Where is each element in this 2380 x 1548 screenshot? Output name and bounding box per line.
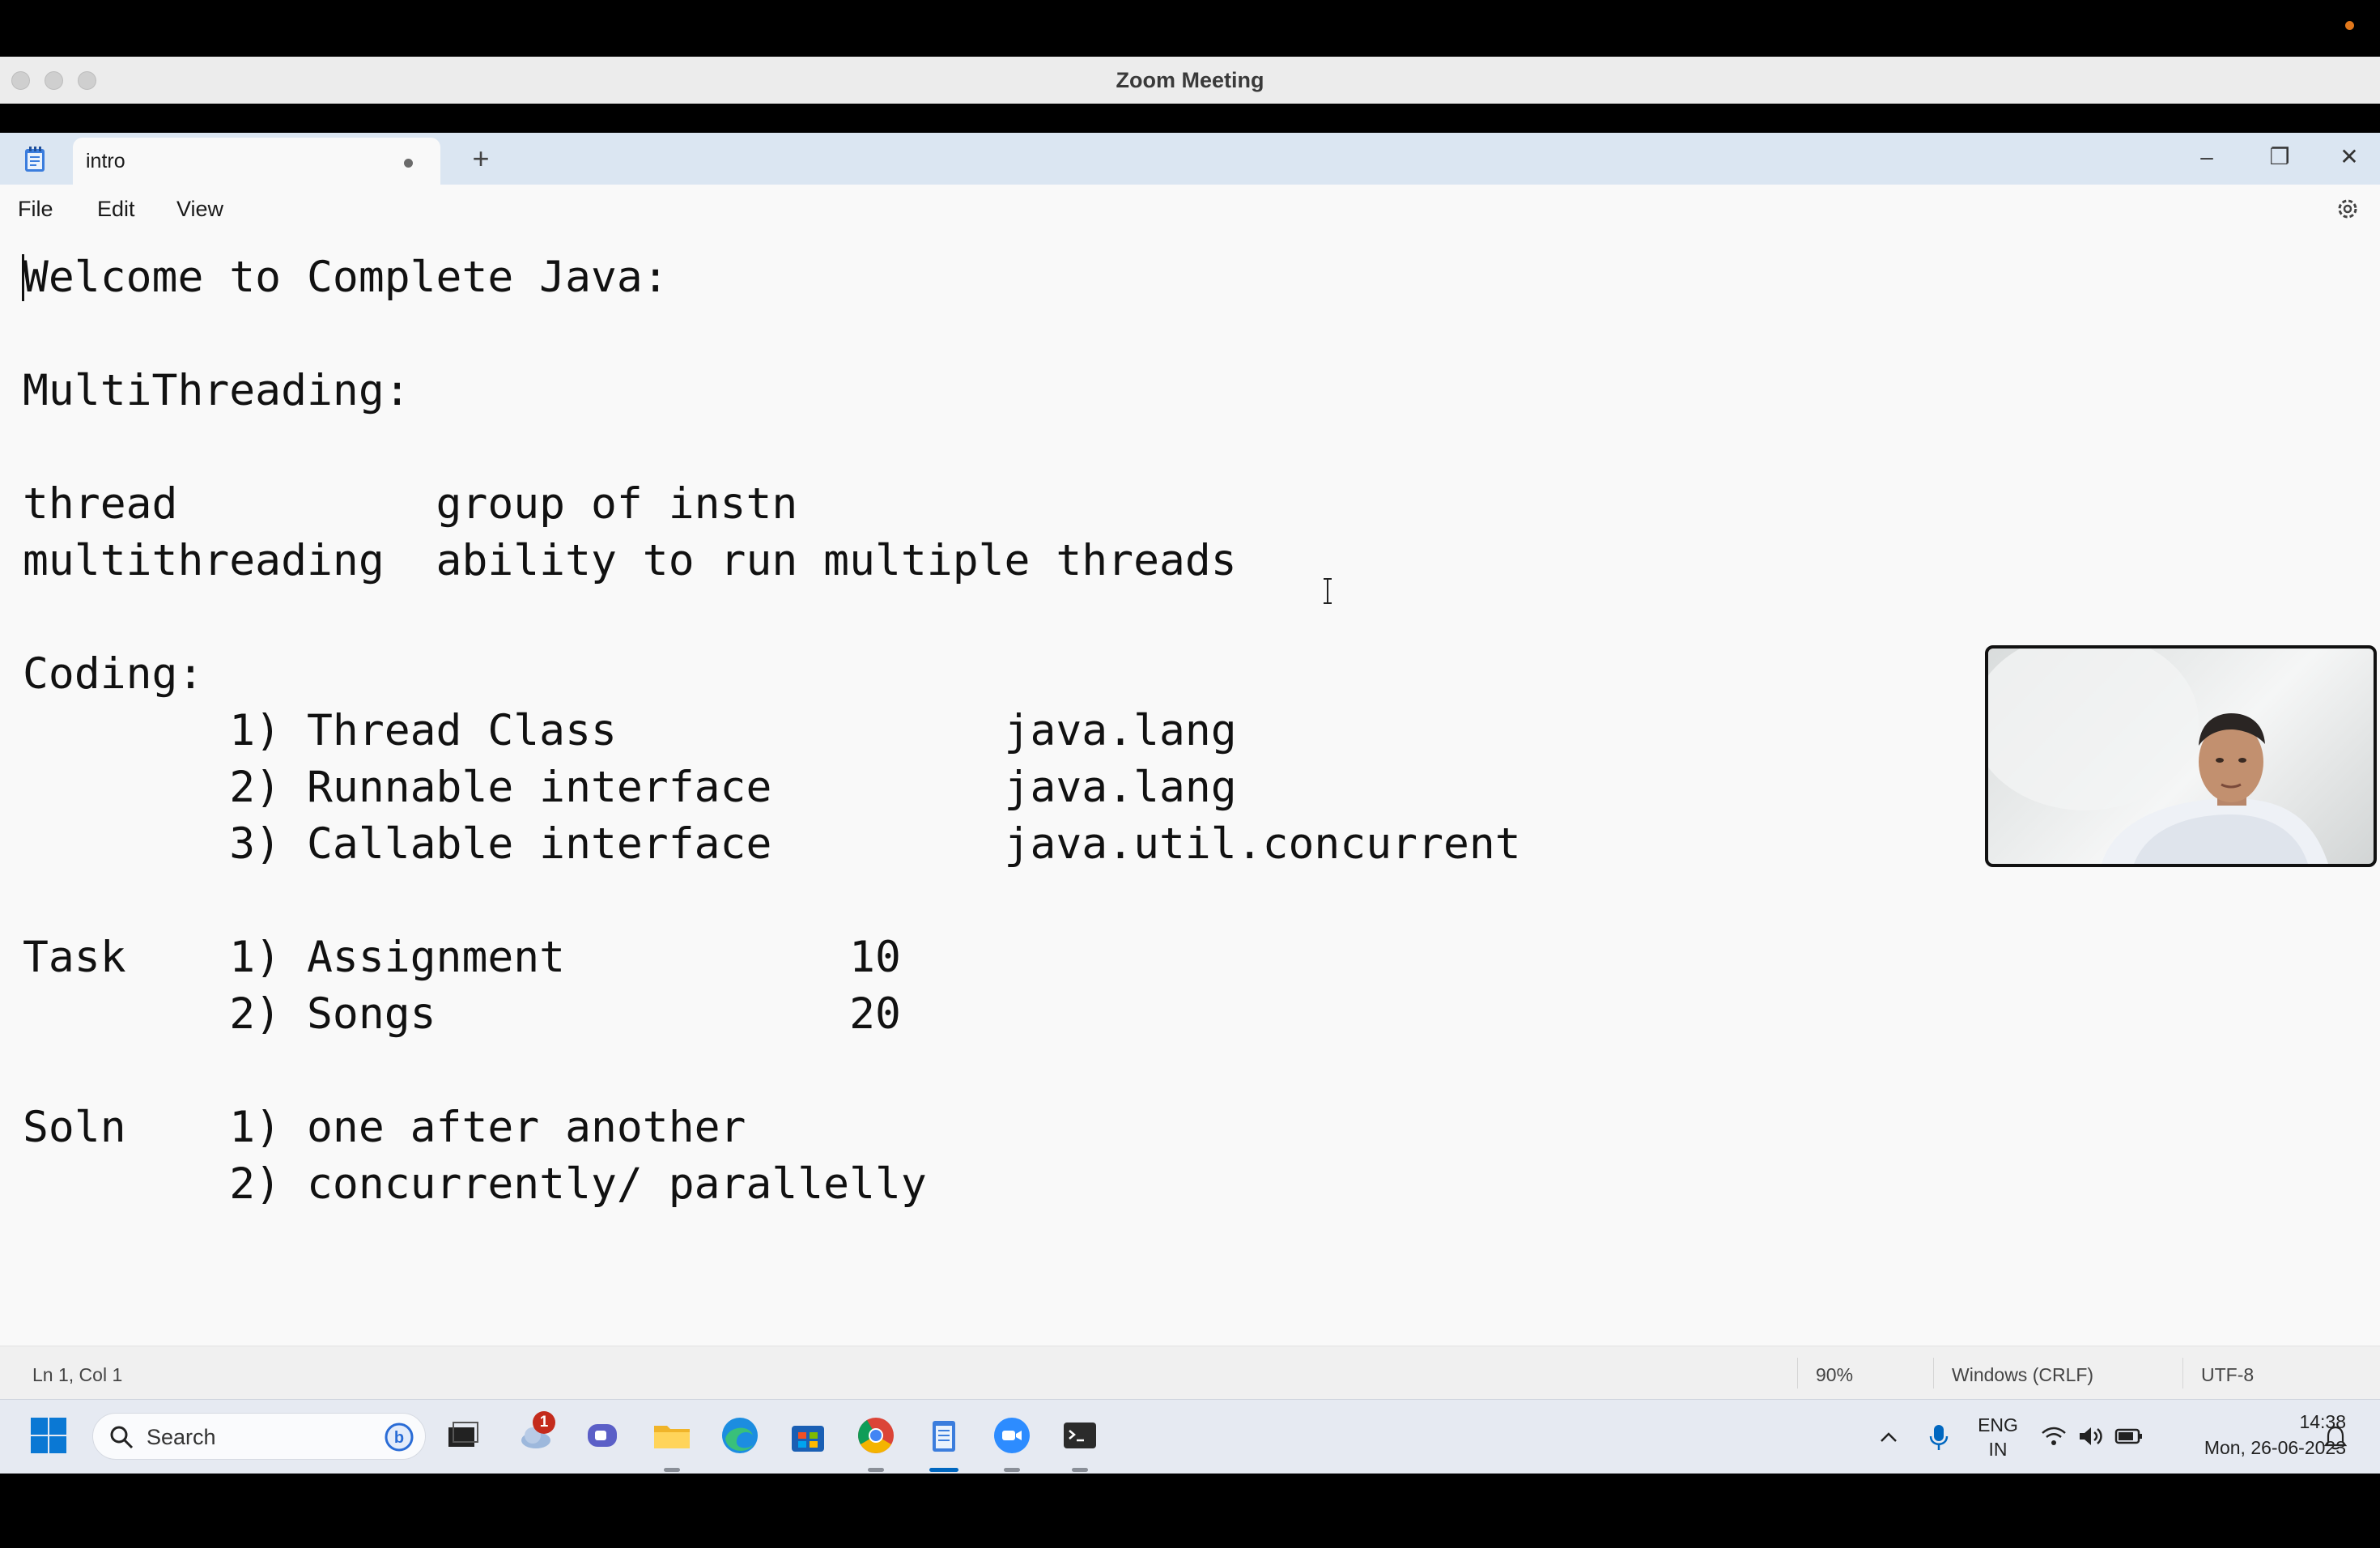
text-caret bbox=[22, 254, 24, 301]
mac-menubar bbox=[0, 0, 2380, 57]
line-ending[interactable]: Windows (CRLF) bbox=[1952, 1364, 2093, 1386]
microphone-icon[interactable] bbox=[1927, 1423, 1951, 1452]
editor-line-3: MultiThreading: bbox=[23, 366, 410, 415]
editor-line-17: 2) concurrently/ parallelly bbox=[23, 1159, 927, 1209]
microsoft-store-icon[interactable] bbox=[785, 1413, 831, 1458]
editor-line-10: 2) Runnable interface java.lang bbox=[23, 763, 1237, 812]
clock-date[interactable]: Mon, 26-06-2023 bbox=[2161, 1437, 2346, 1459]
zoom-level[interactable]: 90% bbox=[1816, 1364, 1853, 1386]
notification-badge: 1 bbox=[533, 1411, 555, 1434]
running-indicator bbox=[1072, 1468, 1088, 1472]
battery-icon[interactable] bbox=[2114, 1426, 2144, 1447]
status-bar: Ln 1, Col 1 90% Windows (CRLF) UTF-8 bbox=[0, 1346, 2380, 1400]
chrome-icon[interactable] bbox=[853, 1413, 899, 1458]
svg-text:b: b bbox=[394, 1429, 404, 1447]
zoom-app-icon[interactable] bbox=[989, 1413, 1035, 1458]
close-button[interactable]: ✕ bbox=[2320, 139, 2378, 175]
restore-button[interactable]: ❐ bbox=[2250, 139, 2309, 175]
windows-start-icon[interactable] bbox=[26, 1413, 71, 1458]
search-icon bbox=[110, 1426, 134, 1449]
running-indicator bbox=[1004, 1468, 1020, 1472]
ibeam-cursor-icon bbox=[1324, 578, 1332, 604]
menu-edit[interactable]: Edit bbox=[97, 197, 135, 222]
task-view-icon[interactable] bbox=[440, 1413, 486, 1458]
participant-person-image bbox=[1988, 649, 2328, 864]
volume-icon[interactable] bbox=[2077, 1424, 2105, 1448]
editor-line-1: Welcome to Complete Java: bbox=[23, 253, 669, 302]
editor-line-13: Task 1) Assignment 10 bbox=[23, 933, 901, 982]
tab-title: intro bbox=[86, 150, 125, 172]
editor-line-8: Coding: bbox=[23, 649, 204, 699]
status-divider bbox=[1797, 1358, 1798, 1389]
zoom-share-border bbox=[0, 104, 2380, 133]
editor-line-5: thread group of instn bbox=[23, 479, 798, 529]
menu-view[interactable]: View bbox=[176, 197, 223, 222]
windows-taskbar: Search b 1 ENG IN 14:38 Mon, 26-06-2023 bbox=[0, 1399, 2380, 1474]
gear-icon[interactable] bbox=[2333, 194, 2362, 223]
encoding[interactable]: UTF-8 bbox=[2201, 1364, 2254, 1386]
status-divider bbox=[2182, 1358, 2183, 1389]
clock-time[interactable]: 14:38 bbox=[2161, 1411, 2346, 1433]
screen-share-bottom-border bbox=[0, 1474, 2380, 1548]
participant-video[interactable] bbox=[1985, 645, 2377, 867]
zoom-titlebar: Zoom Meeting bbox=[0, 57, 2380, 104]
tab-intro[interactable]: intro bbox=[73, 138, 440, 185]
active-app-indicator bbox=[929, 1468, 958, 1472]
edge-browser-icon[interactable] bbox=[717, 1413, 763, 1458]
terminal-icon[interactable] bbox=[1057, 1413, 1103, 1458]
notepad-taskbar-icon[interactable] bbox=[921, 1413, 967, 1458]
running-indicator bbox=[664, 1468, 680, 1472]
taskbar-search-input[interactable]: Search b bbox=[92, 1413, 426, 1460]
status-divider bbox=[1933, 1358, 1934, 1389]
notification-bell-icon[interactable] bbox=[2322, 1424, 2349, 1452]
notepad-app-icon bbox=[25, 147, 45, 172]
editor-line-16: Soln 1) one after another bbox=[23, 1103, 746, 1152]
unsaved-dot-icon[interactable] bbox=[404, 159, 413, 168]
running-indicator bbox=[868, 1468, 884, 1472]
notepad-tabbar: intro + ❐ – ✕ bbox=[0, 133, 2380, 185]
recording-indicator bbox=[2345, 21, 2354, 30]
editor-line-11: 3) Callable interface java.util.concurre… bbox=[23, 819, 1521, 869]
wifi-icon[interactable] bbox=[2040, 1424, 2068, 1448]
file-explorer-icon[interactable] bbox=[649, 1413, 695, 1458]
chevron-up-icon[interactable] bbox=[1876, 1426, 1901, 1450]
language-code[interactable]: ENG bbox=[1974, 1414, 2022, 1436]
menu-file[interactable]: File bbox=[18, 197, 53, 222]
editor-line-9: 1) Thread Class java.lang bbox=[23, 706, 1237, 755]
minimize-button[interactable]: – bbox=[2178, 139, 2236, 175]
bing-chat-icon[interactable]: b bbox=[383, 1421, 415, 1453]
zoom-window-title: Zoom Meeting bbox=[1116, 68, 1264, 92]
editor-line-14: 2) Songs 20 bbox=[23, 989, 901, 1039]
search-placeholder: Search bbox=[147, 1425, 216, 1449]
editor-line-6: multithreading ability to run multiple t… bbox=[23, 536, 1237, 585]
new-tab-button[interactable]: + bbox=[463, 141, 499, 176]
notepad-menubar: File Edit View bbox=[0, 185, 2380, 233]
teams-chat-icon[interactable] bbox=[580, 1413, 625, 1458]
cursor-position: Ln 1, Col 1 bbox=[32, 1364, 123, 1385]
language-region[interactable]: IN bbox=[1974, 1439, 2022, 1461]
